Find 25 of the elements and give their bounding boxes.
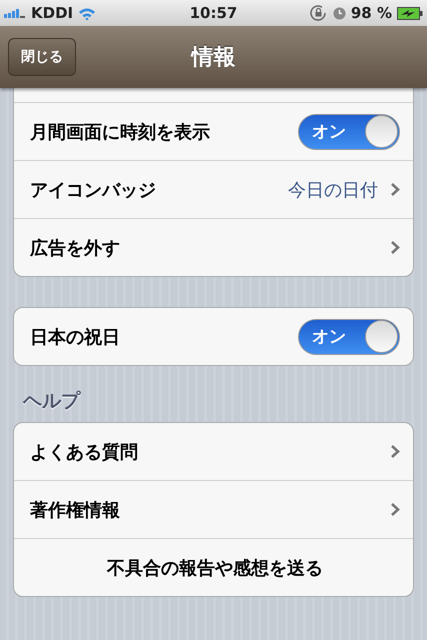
row-value: 今日の日付 [288,178,378,202]
send-feedback-button[interactable]: 不具合の報告や感想を送る [103,552,327,584]
rotation-lock-icon [310,5,328,21]
wifi-icon [78,6,96,20]
chevron-icon[interactable] [390,444,400,459]
chevron-icon[interactable] [390,240,400,255]
battery-charging-icon [397,6,423,20]
section-header: ヘルプ [22,389,82,414]
toggle-switch[interactable]: オン [298,318,400,354]
signal-icon [4,8,26,18]
clock-time: 10:57 [190,4,238,22]
row-label: 著作権情報 [30,498,120,522]
close-button[interactable]: 閉じる [8,38,76,76]
carrier-name: KDDI [31,4,74,22]
row-label: 日本の祝日 [30,326,120,348]
row-label: よくある質問 [30,440,138,464]
chevron-icon[interactable] [390,502,400,517]
battery-percent: 98 % [350,4,392,22]
screen-title: 情報 [192,44,236,72]
toggle-switch[interactable]: オン [298,114,400,150]
chevron-icon[interactable] [390,182,400,197]
row-label: 月間画面に時刻を表示 [30,120,210,144]
row-label: アイコンバッジ [30,178,156,202]
row-label: 広告を外す [30,236,120,260]
alarm-icon [332,6,346,20]
